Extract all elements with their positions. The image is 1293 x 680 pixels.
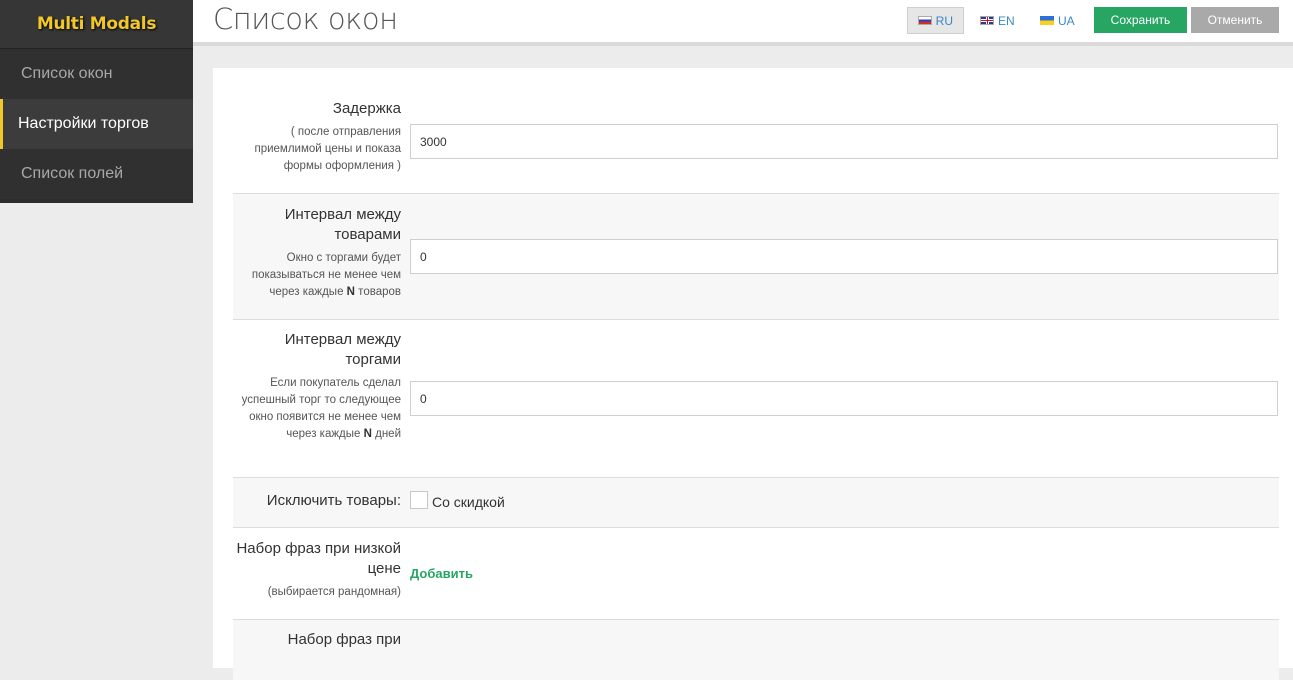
sidebar-item-window-list[interactable]: Список окон (0, 49, 193, 99)
delay-label-group: Задержка ( после отправления приемлимой … (233, 99, 401, 175)
flag-en-icon (980, 16, 994, 25)
sidebar-item-field-list[interactable]: Список полей (0, 149, 193, 199)
language-ru-button[interactable]: RU (907, 7, 964, 34)
trade-interval-label-group: Интервал между торгами Если покупатель с… (233, 330, 401, 443)
discount-checkbox-label[interactable]: Со скидкой (432, 494, 505, 510)
delay-label: Задержка (332, 100, 401, 117)
sidebar: Multi Modals Список окон Настройки торго… (0, 0, 193, 203)
next-phrases-row: Набор фраз при (233, 620, 1279, 680)
language-label: EN (998, 13, 1015, 28)
brand-logo[interactable]: Multi Modals (0, 0, 193, 49)
flag-ua-icon (1040, 16, 1054, 25)
language-en-button[interactable]: EN (970, 7, 1025, 34)
product-interval-label: Интервал между товарами (284, 206, 401, 243)
exclude-products-row: Исключить товары: Со скидкой (233, 478, 1279, 528)
exclude-label-group: Исключить товары: (233, 491, 401, 511)
trade-interval-hint: Если покупатель сделал успешный торг то … (241, 377, 401, 440)
sidebar-item-label: Настройки торгов (18, 115, 149, 132)
low-price-label-group: Набор фраз при низкой цене (выбирается р… (233, 539, 401, 601)
sidebar-item-label: Список окон (21, 65, 113, 82)
cancel-button[interactable]: Отменить (1191, 7, 1279, 33)
product-interval-row: Интервал между товарами Окно с торгами б… (233, 194, 1279, 320)
brand-name: Multi Modals (36, 14, 157, 34)
product-interval-input[interactable]: 0 (410, 239, 1278, 274)
low-price-hint: (выбирается рандомная) (267, 586, 401, 598)
add-phrase-link[interactable]: Добавить (410, 566, 473, 581)
language-label: RU (935, 13, 953, 28)
next-phrases-label-group: Набор фраз при (233, 630, 401, 650)
page-title: Список окон (213, 2, 398, 36)
product-interval-label-group: Интервал между товарами Окно с торгами б… (233, 205, 401, 301)
trade-interval-row: Интервал между торгами Если покупатель с… (233, 320, 1279, 478)
sidebar-item-label: Список полей (21, 165, 124, 182)
next-phrases-label: Набор фраз при (287, 631, 401, 648)
language-ua-button[interactable]: UA (1030, 7, 1085, 34)
trade-interval-label: Интервал между торгами (284, 331, 401, 368)
flag-ru-icon (918, 16, 932, 25)
save-button[interactable]: Сохранить (1094, 7, 1187, 33)
settings-panel: Задержка ( после отправления приемлимой … (213, 68, 1293, 680)
product-interval-hint: Окно с торгами будет показываться не мен… (251, 252, 401, 298)
delay-hint: ( после отправления приемлимой цены и по… (254, 126, 401, 172)
low-price-phrases-row: Набор фраз при низкой цене (выбирается р… (233, 528, 1279, 620)
exclude-label: Исключить товары: (266, 492, 401, 509)
discount-checkbox[interactable] (410, 491, 428, 509)
header: Список окон RU EN UA Сохранить Отменить (193, 0, 1293, 46)
sidebar-item-trade-settings[interactable]: Настройки торгов (0, 99, 193, 149)
trade-interval-input[interactable]: 0 (410, 381, 1278, 416)
language-label: UA (1058, 13, 1075, 28)
low-price-label: Набор фраз при низкой цене (236, 540, 401, 577)
delay-row: Задержка ( после отправления приемлимой … (233, 68, 1279, 194)
delay-input[interactable]: 3000 (410, 124, 1278, 159)
